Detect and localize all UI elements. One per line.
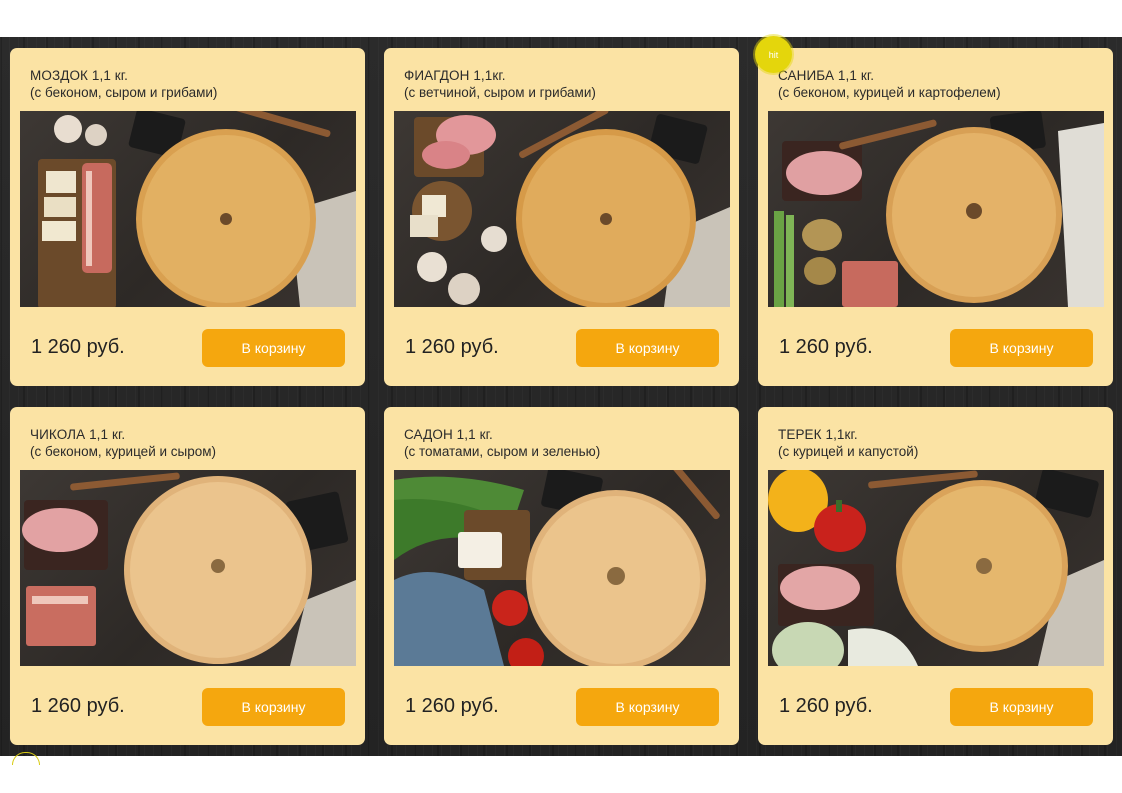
product-title: ТЕРЕК 1,1кг. [778,427,858,442]
product-title: ЧИКОЛА 1,1 кг. [30,427,126,442]
product-price: 1 260 руб. [405,695,499,717]
add-to-cart-button[interactable]: В корзину [202,329,345,367]
product-card-chikola: ЧИКОЛА 1,1 кг. (с беконом, курицей и сыр… [10,407,365,745]
hit-badge: hit [755,36,792,73]
product-title: САНИБА 1,1 кг. [778,68,875,83]
product-subtitle: (с курицей и капустой) [778,444,919,459]
product-price: 1 260 руб. [779,695,873,717]
product-photo[interactable] [768,111,1104,307]
product-title: ФИАГДОН 1,1кг. [404,68,506,83]
add-to-cart-button[interactable]: В корзину [950,329,1093,367]
product-photo[interactable] [768,470,1104,666]
product-photo[interactable] [394,111,730,307]
product-price: 1 260 руб. [779,336,873,358]
product-photo[interactable] [20,111,356,307]
product-price: 1 260 руб. [405,336,499,358]
product-title: САДОН 1,1 кг. [404,427,493,442]
product-card-fiagdon: ФИАГДОН 1,1кг. (с ветчиной, сыром и гриб… [384,48,739,386]
add-to-cart-button[interactable]: В корзину [576,329,719,367]
product-subtitle: (с ветчиной, сыром и грибами) [404,85,596,100]
product-photo[interactable] [20,470,356,666]
product-subtitle: (с беконом, курицей и картофелем) [778,85,1001,100]
product-title: МОЗДОК 1,1 кг. [30,68,129,83]
product-photo[interactable] [394,470,730,666]
add-to-cart-button[interactable]: В корзину [950,688,1093,726]
product-subtitle: (с беконом, сыром и грибами) [30,85,218,100]
add-to-cart-button[interactable]: В корзину [202,688,345,726]
product-price: 1 260 руб. [31,336,125,358]
product-card-sadon: САДОН 1,1 кг. (с томатами, сыром и зелен… [384,407,739,745]
product-subtitle: (с беконом, курицей и сыром) [30,444,217,459]
product-card-terek: ТЕРЕК 1,1кг. (с курицей и капустой) 1 26… [758,407,1113,745]
add-to-cart-button[interactable]: В корзину [576,688,719,726]
product-subtitle: (с томатами, сыром и зеленью) [404,444,601,459]
product-card-saniba: САНИБА 1,1 кг. (с беконом, курицей и кар… [758,48,1113,386]
product-card-mozdok: МОЗДОК 1,1 кг. (с беконом, сыром и гриба… [10,48,365,386]
product-price: 1 260 руб. [31,695,125,717]
